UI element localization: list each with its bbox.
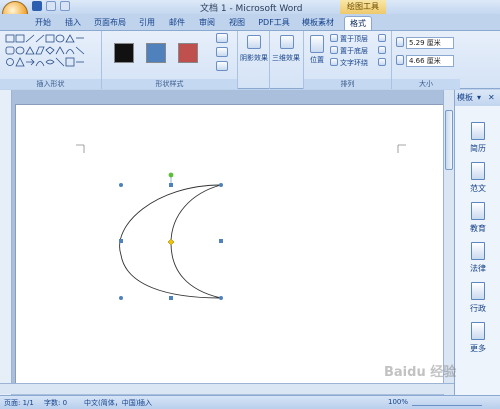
status-insert-mode[interactable]: 插入 xyxy=(138,398,152,408)
pane-menu-icon[interactable]: ▾ xyxy=(477,90,481,106)
status-zoom[interactable]: 100% xyxy=(388,398,408,406)
group-shadow-effects: 阴影效果 xyxy=(238,31,270,89)
bring-to-front-button[interactable]: 置于顶层 xyxy=(340,34,368,44)
horizontal-scrollbar[interactable] xyxy=(0,383,454,394)
tab-template-material[interactable]: 模板素材 xyxy=(300,16,336,30)
tab-references[interactable]: 引用 xyxy=(136,16,158,30)
pane-item-sample[interactable]: 范文 xyxy=(457,160,499,200)
pane-item-admin[interactable]: 行政 xyxy=(457,280,499,320)
sample-icon xyxy=(471,162,485,180)
position-icon[interactable] xyxy=(310,35,324,53)
group-3d-effects: 三维效果 xyxy=(270,31,304,89)
tab-mailings[interactable]: 邮件 xyxy=(166,16,188,30)
save-icon[interactable] xyxy=(32,1,42,11)
group-label-size: 大小 xyxy=(392,79,460,89)
template-pane: 模板 ▾ ✕ 简历 范文 教育 法律 行政 更多 xyxy=(454,90,500,395)
bring-front-icon xyxy=(330,34,338,42)
shapes-gallery[interactable] xyxy=(4,33,88,77)
rotate-icon[interactable] xyxy=(378,58,386,66)
handle-left[interactable] xyxy=(119,239,123,243)
group-insert-shapes: 插入形状 xyxy=(0,31,102,89)
tab-pdf-tools[interactable]: PDF工具 xyxy=(256,16,292,30)
align-icon[interactable] xyxy=(378,34,386,42)
more-icon xyxy=(471,322,485,340)
group-label-arrange: 排列 xyxy=(304,79,391,89)
text-wrapping-button[interactable]: 文字环绕 xyxy=(340,58,368,68)
handle-top-left[interactable] xyxy=(119,183,123,187)
pane-title: 模板 xyxy=(457,93,473,102)
close-icon[interactable]: ✕ xyxy=(488,90,495,106)
shadow-effects-icon[interactable] xyxy=(247,35,261,49)
height-icon xyxy=(396,37,404,47)
status-words[interactable]: 字数: 0 xyxy=(44,398,67,408)
position-label[interactable]: 位置 xyxy=(310,55,324,65)
status-language[interactable]: 中文(简体，中国) xyxy=(84,398,138,408)
change-shape-icon[interactable] xyxy=(216,61,228,71)
rotation-handle[interactable] xyxy=(168,172,174,178)
drawing-tools-context-tab: 绘图工具 xyxy=(340,0,386,14)
group-shape-styles: 形状样式 xyxy=(102,31,238,89)
pane-item-education[interactable]: 教育 xyxy=(457,200,499,240)
outline-color-icon[interactable] xyxy=(216,47,228,57)
handle-top[interactable] xyxy=(169,183,173,187)
page-canvas xyxy=(76,144,406,300)
3d-effects-icon[interactable] xyxy=(280,35,294,49)
width-input[interactable]: 4.66 厘米 xyxy=(406,55,454,67)
law-icon xyxy=(471,242,485,260)
width-icon xyxy=(396,55,404,65)
height-input[interactable]: 5.29 厘米 xyxy=(406,37,454,49)
redo-icon[interactable] xyxy=(60,1,70,11)
pane-header: 模板 ▾ ✕ xyxy=(455,90,500,106)
style-swatch-blue[interactable] xyxy=(146,43,166,63)
tab-view[interactable]: 视图 xyxy=(226,16,248,30)
text-wrap-icon xyxy=(330,58,338,66)
ribbon: 插入形状 形状样式 阴影效果 三维效果 位置 置于顶层 置于底层 文字环绕 排列 xyxy=(0,30,500,89)
tab-home[interactable]: 开始 xyxy=(32,16,54,30)
handle-bottom-left[interactable] xyxy=(119,296,123,300)
handle-right[interactable] xyxy=(219,239,223,243)
education-icon xyxy=(471,202,485,220)
group-size: 5.29 厘米 4.66 厘米 大小 xyxy=(392,31,460,89)
undo-icon[interactable] xyxy=(46,1,56,11)
handle-bottom-right[interactable] xyxy=(219,296,223,300)
tab-review[interactable]: 审阅 xyxy=(196,16,218,30)
title-bar: 文档 1 - Microsoft Word 绘图工具 xyxy=(0,0,500,27)
fill-color-icon[interactable] xyxy=(216,33,228,43)
handle-bottom[interactable] xyxy=(169,296,173,300)
send-back-icon xyxy=(330,46,338,54)
status-page[interactable]: 页面: 1/1 xyxy=(4,398,34,408)
tab-page-layout[interactable]: 页面布局 xyxy=(92,16,128,30)
shadow-effects-label: 阴影效果 xyxy=(240,54,268,62)
3d-effects-label: 三维效果 xyxy=(272,54,300,62)
scroll-thumb[interactable] xyxy=(445,110,453,170)
group-label-insert-shapes: 插入形状 xyxy=(0,79,101,89)
group-icon[interactable] xyxy=(378,46,386,54)
resume-icon xyxy=(471,122,485,140)
status-bar: 页面: 1/1 字数: 0 中文(简体，中国) 插入 100% xyxy=(0,395,500,409)
admin-icon xyxy=(471,282,485,300)
margin-mark-left xyxy=(76,144,85,153)
zoom-slider[interactable] xyxy=(412,397,482,406)
send-to-back-button[interactable]: 置于底层 xyxy=(340,46,368,56)
vertical-scrollbar[interactable] xyxy=(443,90,454,395)
style-swatch-black[interactable] xyxy=(114,43,134,63)
document-page[interactable] xyxy=(15,104,445,394)
pane-item-resume[interactable]: 简历 xyxy=(457,120,499,160)
margin-mark-right xyxy=(397,144,406,153)
vertical-ruler xyxy=(0,90,12,395)
style-swatch-red[interactable] xyxy=(178,43,198,63)
tab-insert[interactable]: 插入 xyxy=(62,16,84,30)
pane-item-law[interactable]: 法律 xyxy=(457,240,499,280)
ribbon-tabs: 开始 插入 页面布局 引用 邮件 审阅 视图 PDF工具 模板素材 格式 xyxy=(0,14,500,30)
window-title: 文档 1 - Microsoft Word xyxy=(200,4,303,14)
group-arrange: 位置 置于顶层 置于底层 文字环绕 排列 xyxy=(304,31,392,89)
watermark: Baidu 经验 xyxy=(384,365,457,380)
handle-top-right[interactable] xyxy=(219,183,223,187)
pane-item-more[interactable]: 更多 xyxy=(457,320,499,360)
tab-format[interactable]: 格式 xyxy=(344,16,372,30)
group-label-shape-styles: 形状样式 xyxy=(102,79,237,89)
